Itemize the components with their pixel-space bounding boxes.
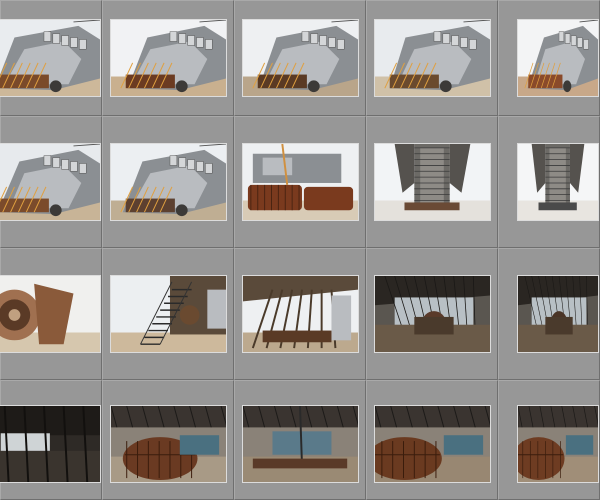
photo-image xyxy=(242,276,358,352)
grid-cell[interactable] xyxy=(0,0,102,116)
grid-cell[interactable] xyxy=(102,248,234,380)
photo-thumbnail[interactable] xyxy=(373,19,491,97)
grid-cell[interactable] xyxy=(498,0,600,116)
photo-image xyxy=(110,144,226,220)
grid-cell[interactable] xyxy=(234,248,366,380)
grid-cell[interactable] xyxy=(0,248,102,380)
photo-thumbnail[interactable] xyxy=(0,143,101,221)
photo-thumbnail[interactable] xyxy=(109,405,227,483)
photo-thumbnail[interactable] xyxy=(0,19,101,97)
photo-image xyxy=(110,406,226,482)
photo-image xyxy=(242,144,358,220)
grid-cell[interactable] xyxy=(366,248,498,380)
photo-thumbnail[interactable] xyxy=(241,275,359,353)
photo-thumbnail[interactable] xyxy=(109,143,227,221)
photo-thumbnail[interactable] xyxy=(0,275,101,353)
photo-image xyxy=(518,144,598,220)
grid-cell[interactable] xyxy=(366,380,498,500)
photo-thumbnail[interactable] xyxy=(109,19,227,97)
photo-thumbnail[interactable] xyxy=(373,275,491,353)
photo-thumbnail[interactable] xyxy=(241,19,359,97)
grid-cell[interactable] xyxy=(234,0,366,116)
grid-cell[interactable] xyxy=(102,116,234,248)
photo-image xyxy=(0,276,100,352)
photo-image xyxy=(0,406,100,482)
thumbnail-grid xyxy=(0,0,600,500)
photo-thumbnail[interactable] xyxy=(517,143,599,221)
grid-cell[interactable] xyxy=(366,0,498,116)
photo-thumbnail[interactable] xyxy=(517,405,599,483)
photo-image xyxy=(374,20,490,96)
grid-cell[interactable] xyxy=(234,116,366,248)
photo-image xyxy=(242,20,358,96)
grid-cell[interactable] xyxy=(102,380,234,500)
grid-cell[interactable] xyxy=(0,116,102,248)
photo-image xyxy=(0,144,100,220)
photo-thumbnail[interactable] xyxy=(0,405,101,483)
photo-image xyxy=(518,406,598,482)
photo-image xyxy=(518,20,598,96)
grid-cell[interactable] xyxy=(0,380,102,500)
photo-thumbnail[interactable] xyxy=(517,275,599,353)
grid-cell[interactable] xyxy=(366,116,498,248)
photo-image xyxy=(110,20,226,96)
grid-cell[interactable] xyxy=(102,0,234,116)
grid-cell[interactable] xyxy=(498,380,600,500)
grid-cell[interactable] xyxy=(498,248,600,380)
photo-image xyxy=(0,20,100,96)
photo-thumbnail[interactable] xyxy=(241,405,359,483)
photo-image xyxy=(374,406,490,482)
photo-image xyxy=(518,276,598,352)
photo-image xyxy=(374,144,490,220)
grid-cell[interactable] xyxy=(234,380,366,500)
photo-thumbnail[interactable] xyxy=(241,143,359,221)
photo-thumbnail[interactable] xyxy=(373,405,491,483)
photo-image xyxy=(110,276,226,352)
photo-image xyxy=(242,406,358,482)
photo-thumbnail[interactable] xyxy=(517,19,599,97)
photo-thumbnail[interactable] xyxy=(373,143,491,221)
grid-cell[interactable] xyxy=(498,116,600,248)
photo-thumbnail[interactable] xyxy=(109,275,227,353)
photo-image xyxy=(374,276,490,352)
